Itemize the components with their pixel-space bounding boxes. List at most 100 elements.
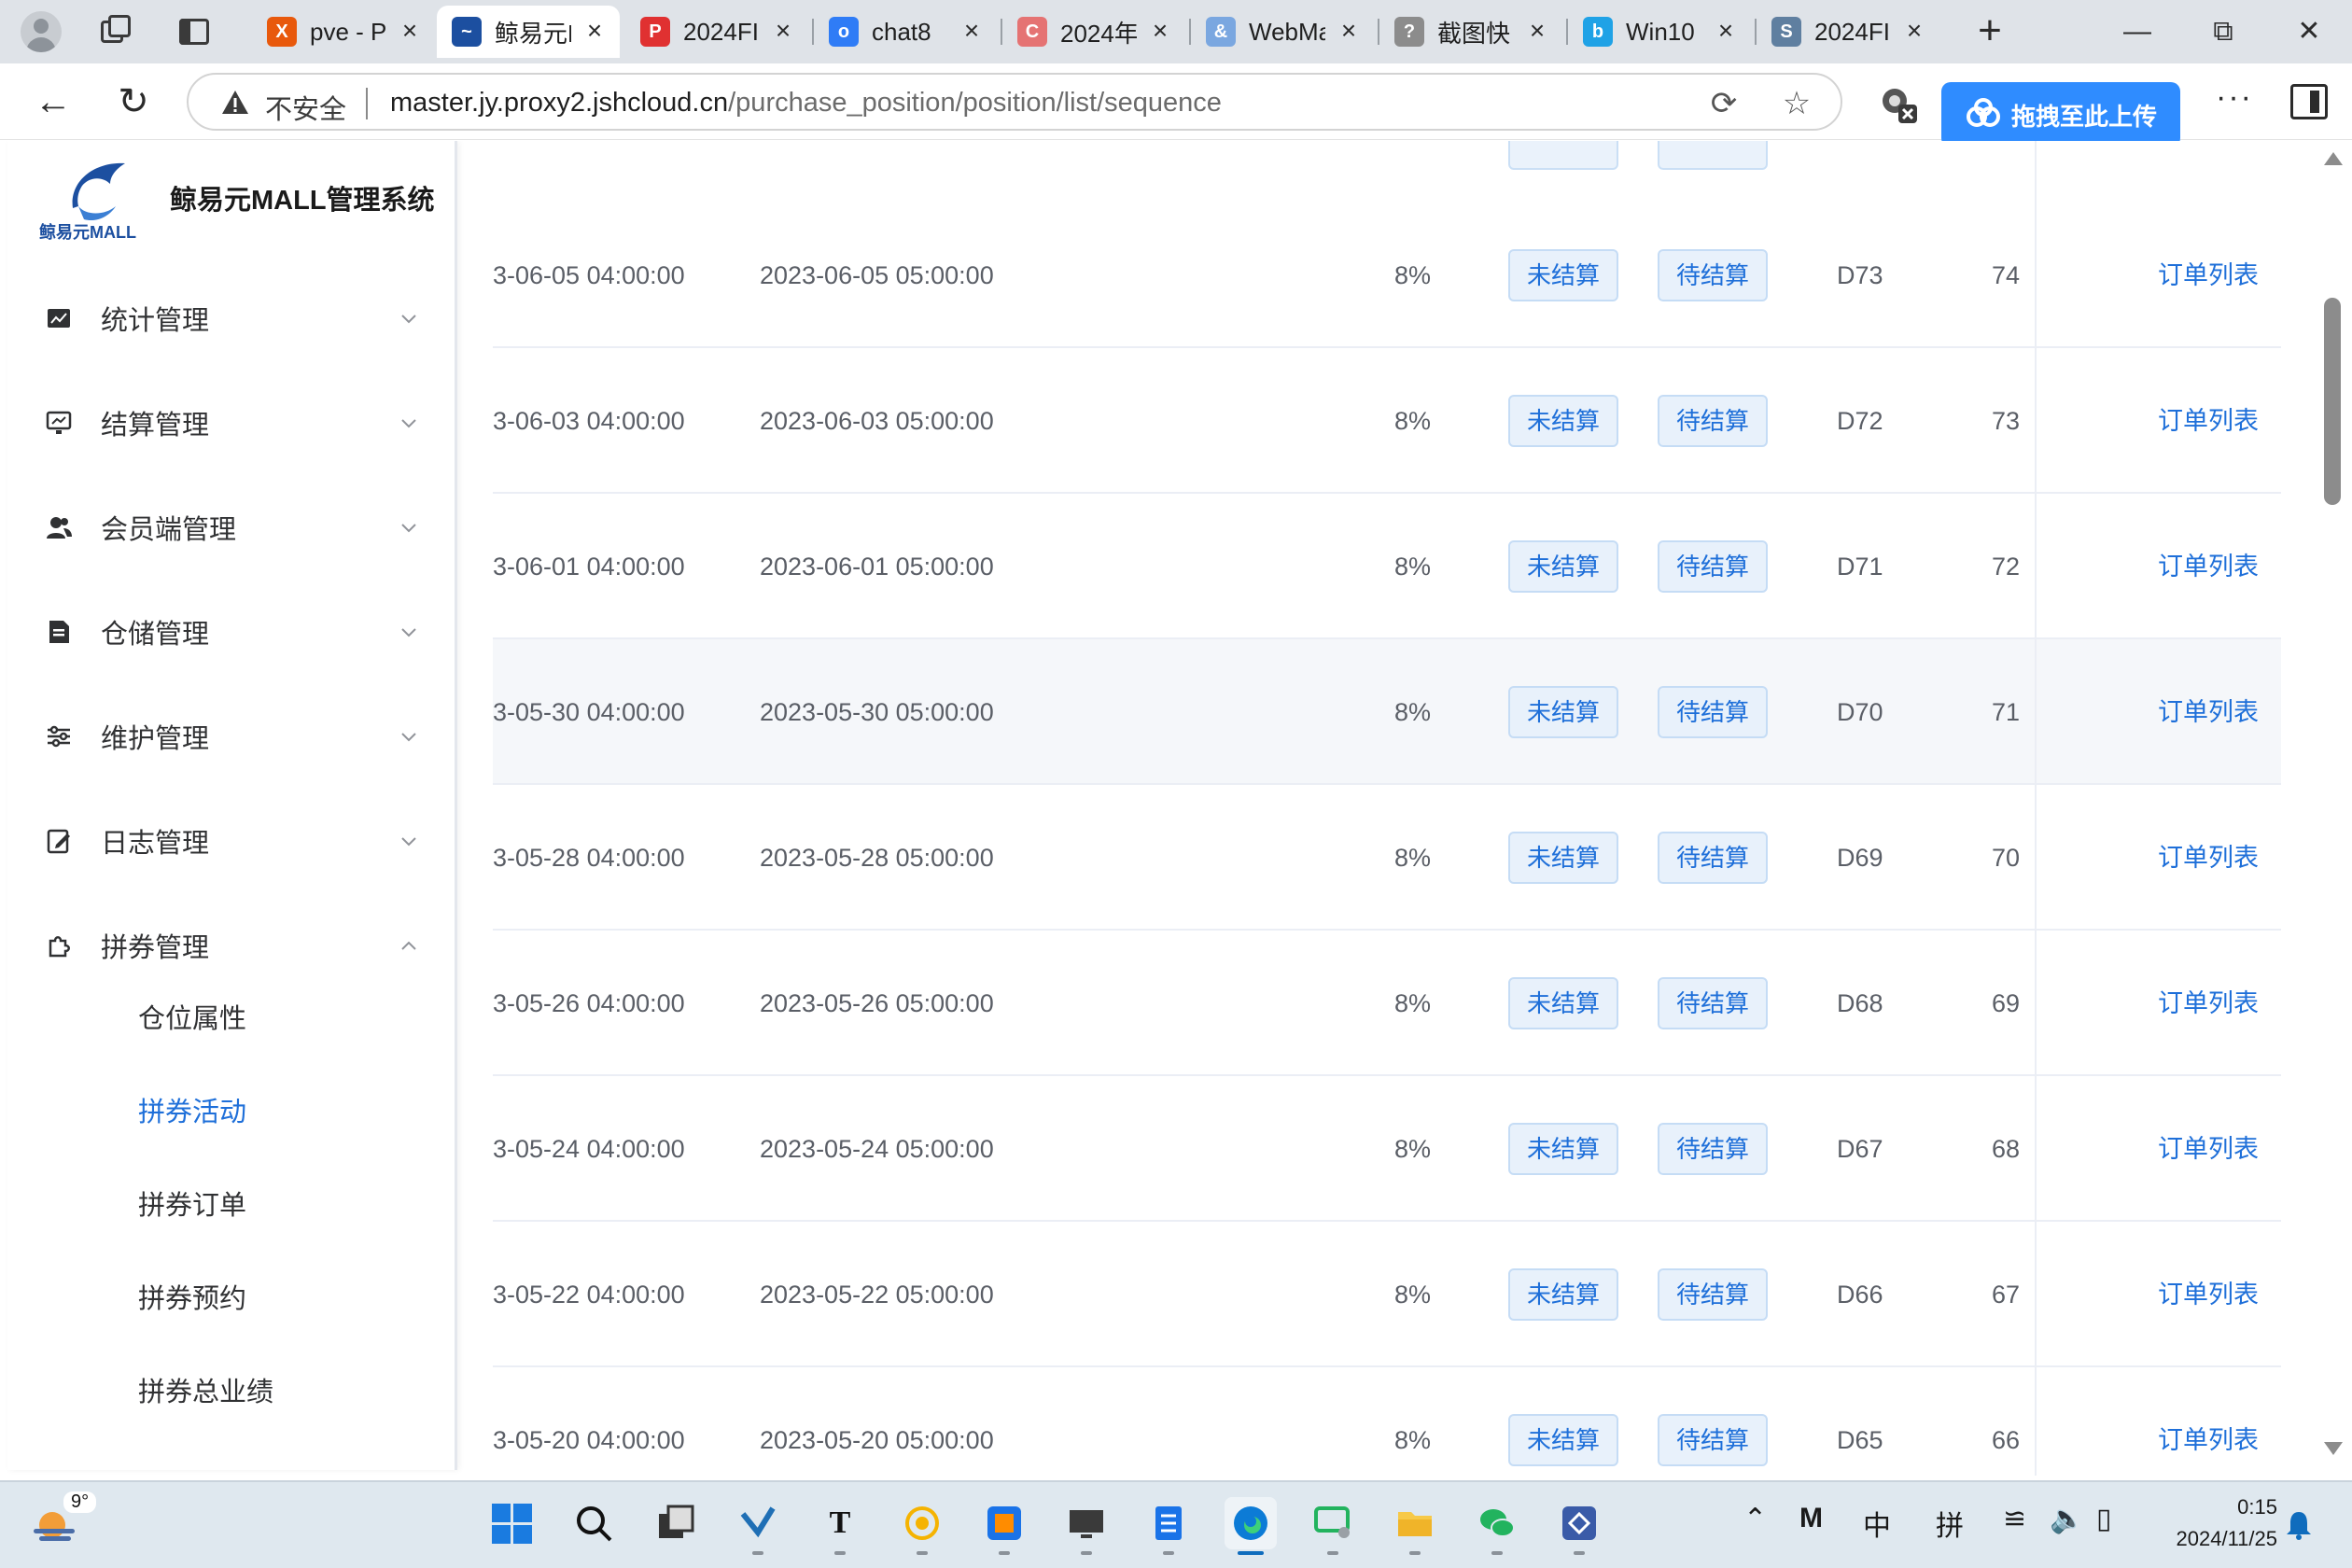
url-text[interactable]: master.jy.proxy2.jshcloud.cn/purchase_po…: [390, 88, 1222, 119]
sidebar-menu-item[interactable]: 仓储管理: [7, 585, 455, 679]
order-list-link[interactable]: 订单列表: [2158, 348, 2259, 494]
order-list-link[interactable]: 订单列表: [2158, 1222, 2259, 1367]
browser-tab[interactable]: o chat8 ×: [814, 6, 997, 58]
vertical-tabs-icon[interactable]: [175, 13, 213, 50]
page-scrollbar[interactable]: [2317, 141, 2352, 1476]
table-row[interactable]: 3-05-30 04:00:00 2023-05-30 05:00:00 8% 未结算…: [493, 639, 2281, 785]
read-aloud-icon[interactable]: ⟳: [1706, 86, 1742, 121]
browser-tab[interactable]: ~ 鲸易元M ×: [437, 6, 620, 58]
browser-tab[interactable]: P 2024FIC ×: [625, 6, 808, 58]
address-bar[interactable]: 不安全 master.jy.proxy2.jshcloud.cn/purchas…: [187, 73, 1842, 131]
wechat-work-icon[interactable]: [1307, 1497, 1359, 1555]
volume-icon[interactable]: 🔈: [2050, 1503, 2084, 1535]
search-icon[interactable]: [567, 1497, 620, 1549]
restore-button[interactable]: ⧉: [2205, 13, 2242, 50]
system-clock[interactable]: 0:15 2024/11/25: [2147, 1491, 2277, 1555]
sunflower-icon[interactable]: [896, 1497, 948, 1555]
submenu-item[interactable]: 拼券活动: [7, 1072, 455, 1147]
extension-icon[interactable]: [1878, 84, 1919, 125]
sidebar-menu-item[interactable]: 日志管理: [7, 794, 455, 888]
table-row[interactable]: 3-05-26 04:00:00 2023-05-26 05:00:00 8% 未结算…: [493, 931, 2281, 1076]
more-menu-button[interactable]: ···: [2214, 80, 2255, 121]
workspaces-icon[interactable]: [97, 13, 134, 50]
tab-close-icon[interactable]: ×: [1335, 17, 1363, 45]
table-row[interactable]: 3-05-24 04:00:00 2023-05-24 05:00:00 8% 未结算…: [493, 1076, 2281, 1222]
submenu-item[interactable]: 拼券订单: [7, 1166, 455, 1240]
tray-overflow-icon[interactable]: ⌃: [1743, 1503, 1767, 1535]
browser-tab[interactable]: & WebMa ×: [1191, 6, 1374, 58]
reload-button[interactable]: ↻: [112, 80, 155, 123]
start-time-cell: 3-05-22 04:00:00: [493, 1281, 685, 1309]
table-row[interactable]: 3-06-01 04:00:00 2023-06-01 05:00:00 8% 未结算…: [493, 494, 2281, 639]
notepad-icon[interactable]: [1142, 1497, 1195, 1555]
typora-icon[interactable]: T: [814, 1497, 866, 1555]
tab-close-icon[interactable]: ×: [1900, 17, 1928, 45]
browser-tab[interactable]: b Win10 ×: [1568, 6, 1751, 58]
order-list-link[interactable]: 订单列表: [2158, 1076, 2259, 1222]
tab-close-icon[interactable]: ×: [769, 17, 797, 45]
new-tab-button[interactable]: +: [1971, 10, 2009, 51]
warning-icon[interactable]: [220, 88, 250, 118]
sidebar-menu-item[interactable]: 维护管理: [7, 690, 455, 783]
start-icon[interactable]: [485, 1497, 538, 1549]
sidebar-menu-item[interactable]: 统计管理: [7, 272, 455, 365]
table-row[interactable]: 3-05-20 04:00:00 2023-05-20 05:00:00 8% 未结算…: [493, 1367, 2281, 1476]
settlement-status-tag: 未结算: [1508, 832, 1618, 884]
task-view-icon[interactable]: [650, 1497, 702, 1549]
minimize-button[interactable]: —: [2119, 13, 2156, 50]
order-list-link[interactable]: 订单列表: [2158, 931, 2259, 1076]
tab-close-icon[interactable]: ×: [1146, 17, 1174, 45]
mail-app-icon[interactable]: M: [1799, 1503, 1823, 1534]
upload-button[interactable]: 拖拽至此上传: [1941, 82, 2180, 147]
security-label[interactable]: 不安全: [265, 88, 346, 127]
ime-mode[interactable]: 拼: [1936, 1503, 1964, 1544]
tab-close-icon[interactable]: ×: [1712, 17, 1740, 45]
sidebar-menu-item[interactable]: 会员端管理: [7, 481, 455, 574]
browser-tab[interactable]: Xpve - Pr ×: [252, 6, 435, 58]
table-row[interactable]: 3-06-05 04:00:00 2023-06-05 05:00:00 8% 未结算…: [493, 203, 2281, 348]
order-list-link[interactable]: 订单列表: [2158, 1367, 2259, 1476]
submenu-item[interactable]: 拼券总业绩: [7, 1352, 455, 1427]
scroll-up-arrow-icon[interactable]: [2324, 152, 2343, 165]
browser-tab[interactable]: ? 截图快 ×: [1379, 6, 1562, 58]
c-icon: C: [1017, 17, 1047, 47]
notification-bell-icon[interactable]: [2285, 1510, 2313, 1540]
end-time-cell: 2023-06-05 05:00:00: [760, 261, 994, 289]
browser-tab[interactable]: S 2024FIC ×: [1757, 6, 1939, 58]
vpn-icon[interactable]: [1553, 1497, 1605, 1555]
order-list-link[interactable]: 订单列表: [2158, 494, 2259, 639]
table-row[interactable]: 3-06-03 04:00:00 2023-06-03 05:00:00 8% 未结算…: [493, 348, 2281, 494]
wifi-icon[interactable]: ≌: [2003, 1503, 2026, 1535]
sidebar-menu-item[interactable]: 结算管理: [7, 376, 455, 469]
browser-tab[interactable]: C 2024年 ×: [1002, 6, 1185, 58]
running-indicator: [1574, 1551, 1585, 1555]
scroll-down-arrow-icon[interactable]: [2324, 1442, 2343, 1455]
order-list-link[interactable]: 订单列表: [2158, 785, 2259, 931]
sidebar-menu-item[interactable]: 拼券管理: [7, 899, 455, 992]
order-list-link[interactable]: 订单列表: [2158, 203, 2259, 348]
wechat-icon[interactable]: [1471, 1497, 1523, 1555]
close-window-button[interactable]: ✕: [2290, 13, 2328, 50]
tab-title: 截图快: [1437, 19, 1511, 48]
tab-close-icon[interactable]: ×: [958, 17, 986, 45]
tab-close-icon[interactable]: ×: [581, 17, 609, 45]
vscode-icon[interactable]: [732, 1497, 784, 1555]
profile-avatar[interactable]: [21, 11, 62, 52]
battery-icon[interactable]: ▯: [2096, 1503, 2112, 1535]
remote-desktop-icon[interactable]: [1060, 1497, 1113, 1555]
table-row[interactable]: 3-05-22 04:00:00 2023-05-22 05:00:00 8% 未结算…: [493, 1222, 2281, 1367]
submenu-item[interactable]: 拼券预约: [7, 1259, 455, 1334]
edge-icon[interactable]: [1225, 1497, 1277, 1555]
back-button[interactable]: ←: [32, 80, 75, 123]
submenu-item[interactable]: 仓位属性: [7, 979, 455, 1054]
ime-language[interactable]: 中: [1863, 1503, 1891, 1544]
sidebar-toggle-icon[interactable]: [2290, 84, 2328, 119]
favorite-star-icon[interactable]: ☆: [1779, 86, 1814, 121]
app-box-icon[interactable]: [978, 1497, 1030, 1555]
tab-close-icon[interactable]: ×: [1523, 17, 1551, 45]
order-list-link[interactable]: 订单列表: [2158, 639, 2259, 785]
folder-icon[interactable]: [1389, 1497, 1441, 1555]
tab-close-icon[interactable]: ×: [396, 17, 424, 45]
table-row[interactable]: 3-05-28 04:00:00 2023-05-28 05:00:00 8% 未结算…: [493, 785, 2281, 931]
scrollbar-thumb[interactable]: [2324, 298, 2341, 505]
